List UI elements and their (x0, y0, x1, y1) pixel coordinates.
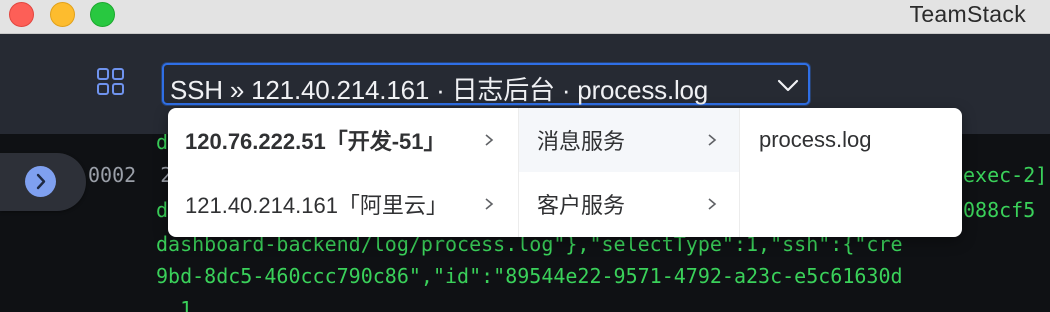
side-panel-toggle[interactable] (0, 153, 86, 211)
server-item-label: 121.40.214.161「阿里云」 (185, 193, 448, 218)
terminal-line: exec-2] (963, 163, 1048, 187)
app-title: TeamStack (909, 1, 1026, 27)
file-item-label: process.log (759, 127, 872, 152)
chevron-right-icon (36, 173, 46, 190)
connection-path-select[interactable]: SSH » 121.40.214.161 · 日志后台 · process.lo… (162, 63, 810, 105)
service-item[interactable]: 客户服务 (519, 172, 739, 236)
server-column: 120.76.222.51「开发-51」 121.40.214.161「阿里云」 (168, 108, 518, 237)
service-column: 消息服务 客户服务 (518, 108, 739, 237)
chevron-right-icon (708, 198, 717, 210)
chevron-right-icon (485, 134, 494, 146)
chevron-down-icon (777, 79, 799, 92)
maximize-window-button[interactable] (90, 2, 115, 27)
grid-icon[interactable] (97, 68, 124, 95)
chevron-right-icon (708, 134, 717, 146)
terminal-line: 9bd-8dc5-460ccc790c86","id":"89544e22-95… (156, 264, 903, 288)
server-item-label: 120.76.222.51「开发-51」 (185, 129, 446, 154)
chevron-right-icon (485, 198, 494, 210)
terminal-line: 088cf5 (963, 198, 1036, 222)
service-item-label: 消息服务 (537, 129, 626, 154)
terminal-line: d (156, 198, 169, 222)
terminal-line: 1 (156, 297, 193, 312)
connection-cascade-menu: 120.76.222.51「开发-51」 121.40.214.161「阿里云」… (168, 108, 962, 237)
file-column: process.log (739, 108, 962, 237)
service-item[interactable]: 消息服务 (519, 108, 739, 172)
close-window-button[interactable] (9, 2, 34, 27)
terminal-line: d (156, 134, 169, 154)
minimize-window-button[interactable] (50, 2, 75, 27)
expand-sidebar-button[interactable] (25, 166, 56, 197)
service-item-label: 客户服务 (537, 193, 626, 218)
file-item[interactable]: process.log (740, 108, 962, 172)
connection-path-label: SSH » 121.40.214.161 · 日志后台 · process.lo… (170, 75, 709, 105)
terminal-line: 0002 2 (88, 163, 173, 187)
title-bar: TeamStack (0, 0, 1050, 34)
server-item[interactable]: 121.40.214.161「阿里云」 (168, 172, 518, 236)
server-item[interactable]: 120.76.222.51「开发-51」 (168, 108, 518, 172)
